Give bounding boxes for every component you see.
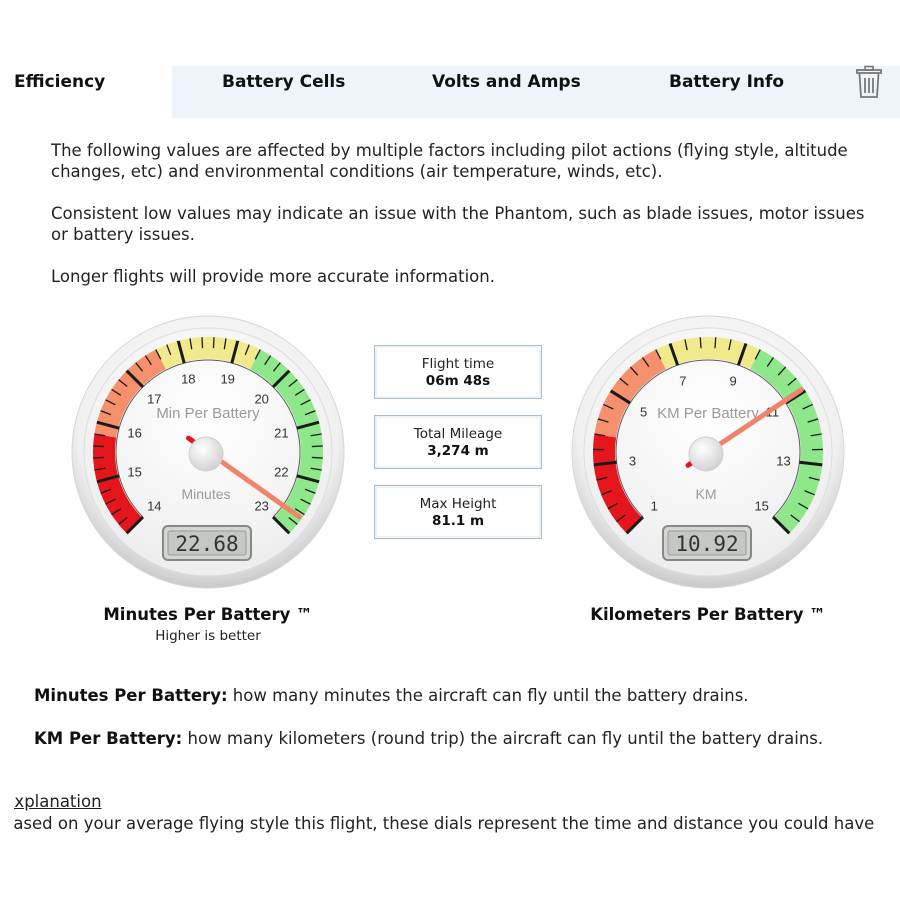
definition-minutes-term: Minutes Per Battery: — [34, 686, 228, 705]
km-gauge-tick-label: 3 — [629, 454, 636, 469]
explanation-link-container: Explanation — [14, 792, 900, 816]
explanation-link[interactable]: Explanation — [14, 792, 102, 811]
minutes-gauge-caption: Minutes Per Battery ™ — [103, 605, 313, 624]
definition-minutes-text: how many minutes the aircraft can fly un… — [227, 686, 749, 705]
km-gauge-tick-label: 1 — [651, 499, 658, 514]
max-height-box: Max Height 81.1 m — [374, 485, 542, 539]
km-gauge-caption: Kilometers Per Battery ™ — [590, 605, 826, 624]
km-gauge-tick-minor — [699, 337, 702, 349]
km-gauge-tick-label: 7 — [679, 373, 686, 388]
intro-paragraph-2: Consistent low values may indicate an is… — [51, 204, 865, 244]
intro-paragraph-3: Longer flights will provide more accurat… — [51, 267, 495, 286]
tab-volts-and-amps[interactable]: Volts and Amps — [432, 72, 581, 92]
minutes-gauge-subcaption: Higher is better — [155, 628, 261, 644]
minutes-gauge-tick-label: 14 — [147, 499, 161, 514]
explanation-text: Based on your average flying style this … — [14, 814, 875, 833]
minutes-gauge-tick-minor — [93, 456, 105, 459]
intro-text: The following values are affected by mul… — [51, 140, 871, 308]
minutes-gauge-dial: 1415161718 1920212223 Min Per Battery Min… — [71, 315, 345, 589]
km-gauge-tick-label: 13 — [776, 454, 790, 469]
minutes-gauge-tick-label: 21 — [274, 425, 288, 440]
minutes-gauge-tick-minor — [311, 445, 323, 448]
tab-battery-info[interactable]: Battery Info — [669, 72, 784, 92]
minutes-gauge-tick-label: 16 — [127, 425, 141, 440]
flight-time-box: Flight time 06m 48s — [374, 345, 542, 399]
km-gauge-title: KM Per Battery — [657, 405, 759, 422]
definition-minutes: Minutes Per Battery: how many minutes th… — [34, 686, 749, 705]
minutes-gauge: 14 15 16 17 18 19 20 21 22 23 Min Per Battery Min… — [70, 314, 346, 590]
km-gauge: 1 3 5 7 9 11 13 15 KM Per Battery KM 10.92 — [570, 314, 846, 590]
definition-km-term: KM Per Battery: — [34, 729, 183, 748]
definition-km-text: how many kilometers (round trip) the air… — [182, 729, 824, 748]
km-gauge-digital-readout: 10.92 — [675, 532, 738, 556]
minutes-gauge-tick-minor — [311, 456, 323, 459]
minutes-gauge-tick-label: 22 — [274, 465, 288, 480]
km-gauge-hub — [688, 436, 724, 472]
minutes-gauge-title: Min Per Battery — [156, 405, 260, 422]
minutes-gauge-digital-readout: 22.68 — [175, 532, 238, 556]
minutes-gauge-hub — [188, 436, 224, 472]
explanation-text-container: Based on your average flying style this … — [14, 814, 900, 838]
max-height-label: Max Height — [419, 496, 497, 512]
minutes-gauge-unit: Minutes — [181, 486, 230, 502]
definition-km: KM Per Battery: how many kilometers (rou… — [34, 729, 823, 748]
km-gauge-tick-minor — [714, 337, 717, 349]
flight-time-label: Flight time — [421, 356, 495, 372]
total-mileage-value: 3,274 m — [427, 443, 489, 459]
tab-battery-cells[interactable]: Battery Cells — [222, 72, 345, 92]
minutes-gauge-tick-label: 18 — [181, 372, 195, 387]
km-gauge-unit: KM — [696, 486, 717, 502]
flight-time-value: 06m 48s — [425, 373, 491, 389]
max-height-value: 81.1 m — [431, 513, 485, 529]
minutes-gauge-tick-minor — [93, 445, 105, 448]
tab-efficiency[interactable]: Efficiency — [14, 72, 105, 92]
minutes-gauge-tick-minor — [212, 337, 215, 349]
minutes-gauge-tick-label: 23 — [254, 499, 268, 514]
total-mileage-label: Total Mileage — [413, 426, 503, 442]
total-mileage-box: Total Mileage 3,274 m — [374, 415, 542, 469]
intro-paragraph-1: The following values are affected by mul… — [51, 141, 848, 181]
km-gauge-tick-label: 15 — [754, 499, 768, 514]
minutes-gauge-tick-label: 19 — [220, 372, 234, 387]
minutes-gauge-tick-minor — [201, 337, 204, 349]
km-gauge-dial: 1357 9111315 KM Per Battery KM 10.92 — [571, 315, 845, 589]
minutes-gauge-band-yellow — [155, 337, 261, 370]
km-gauge-tick-label: 9 — [729, 373, 736, 388]
tab-bar: Efficiency Battery Cells Volts and Amps … — [0, 62, 900, 118]
trash-icon[interactable] — [854, 65, 884, 99]
minutes-gauge-tick-label: 15 — [127, 465, 141, 480]
km-gauge-tick-label: 5 — [640, 405, 647, 420]
